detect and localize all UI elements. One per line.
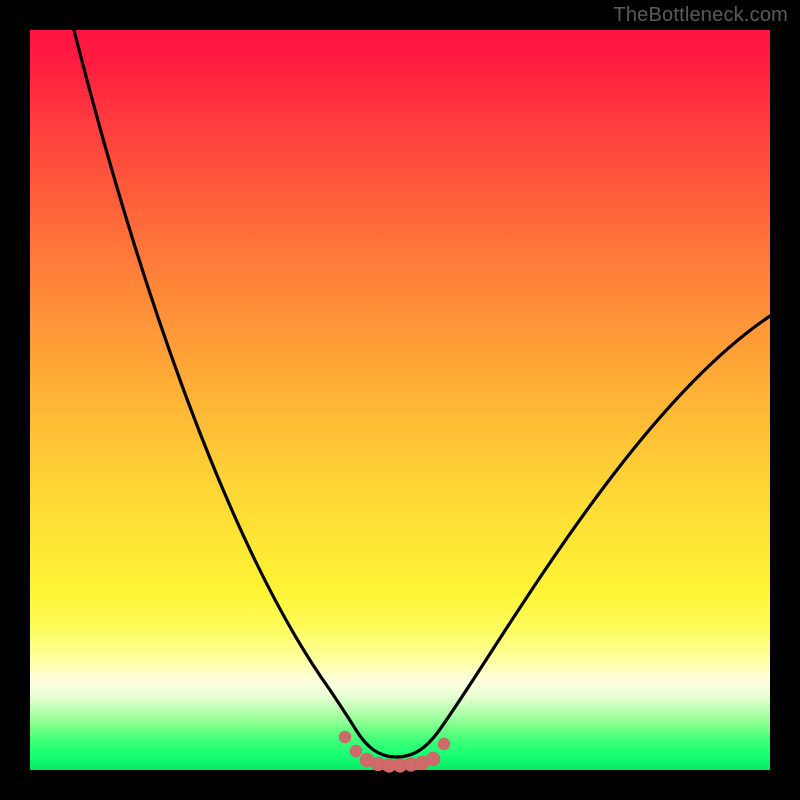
marker-dot (426, 752, 440, 766)
marker-dot (350, 745, 362, 757)
marker-dot (438, 738, 450, 750)
bottleneck-curve (74, 30, 770, 757)
plot-area (30, 30, 770, 770)
watermark-text: TheBottleneck.com (613, 4, 788, 27)
marker-dot (339, 731, 351, 743)
chart-stage: TheBottleneck.com (0, 0, 800, 800)
bottleneck-curve-svg (30, 30, 770, 770)
